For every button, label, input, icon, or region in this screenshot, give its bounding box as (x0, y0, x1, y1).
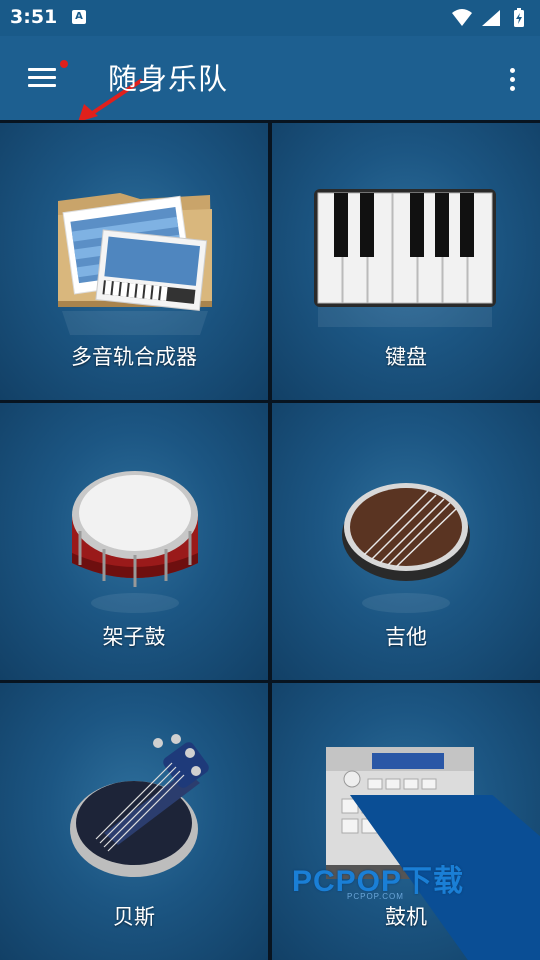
more-options-button[interactable] (502, 60, 522, 100)
tile-drum-kit[interactable]: 架子鼓 (0, 403, 268, 680)
app-bar: 随身乐队 (0, 36, 540, 122)
watermark-subtext: PCPOP.COM (347, 892, 404, 901)
keyboard-icon (314, 189, 496, 327)
notification-dot (60, 60, 68, 68)
multitrack-synth-icon (58, 193, 212, 335)
tile-label: 贝斯 (113, 905, 155, 929)
tile-multitrack-synth[interactable]: 多音轨合成器 (0, 123, 268, 400)
tile-bass[interactable]: 贝斯 (0, 683, 268, 960)
menu-icon (28, 68, 56, 71)
drum-icon (72, 471, 198, 613)
tile-label: 吉他 (385, 625, 427, 649)
tile-keyboard[interactable]: 键盘 (272, 123, 540, 400)
menu-icon-line (28, 84, 56, 87)
tile-label: 架子鼓 (102, 625, 166, 649)
menu-icon-line (28, 76, 56, 79)
status-time: 3:51 (10, 6, 58, 28)
bass-icon (70, 734, 209, 877)
signal-icon (482, 10, 500, 26)
more-vert-icon (510, 68, 515, 73)
guitar-icon (342, 483, 470, 613)
wifi-icon (452, 9, 472, 26)
more-vert-dot (510, 77, 515, 82)
notification-a-icon: A (72, 10, 86, 24)
tile-guitar[interactable]: 吉他 (272, 403, 540, 680)
tile-label: 键盘 (385, 345, 427, 369)
menu-button[interactable] (20, 58, 68, 98)
status-bar: 3:51 A (0, 0, 540, 36)
status-icons (450, 7, 530, 33)
app-title: 随身乐队 (108, 62, 229, 96)
tile-label: 多音轨合成器 (71, 345, 197, 369)
more-vert-dot (510, 86, 515, 91)
battery-icon (514, 8, 524, 27)
